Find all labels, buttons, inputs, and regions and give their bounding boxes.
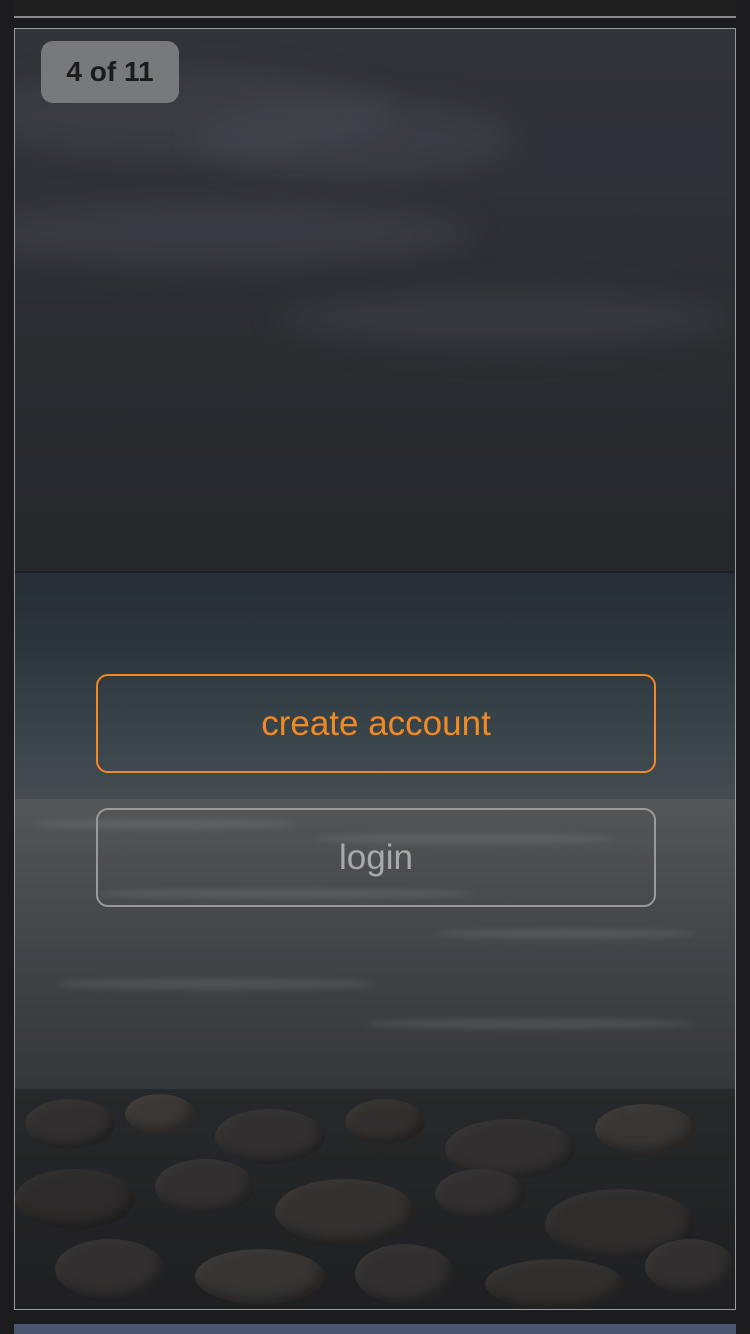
top-edge-of-previous-slide xyxy=(14,0,736,18)
onboarding-slide: 4 of 11 create account login xyxy=(14,28,736,1310)
login-button[interactable]: login xyxy=(96,808,656,907)
page-counter-badge: 4 of 11 xyxy=(41,41,179,103)
page-counter-text: 4 of 11 xyxy=(66,56,154,87)
create-account-label: create account xyxy=(261,703,491,743)
login-label: login xyxy=(339,837,413,877)
create-account-button[interactable]: create account xyxy=(96,674,656,773)
beach-background-photo xyxy=(15,29,735,1309)
top-edge-of-next-slide xyxy=(14,1324,736,1334)
